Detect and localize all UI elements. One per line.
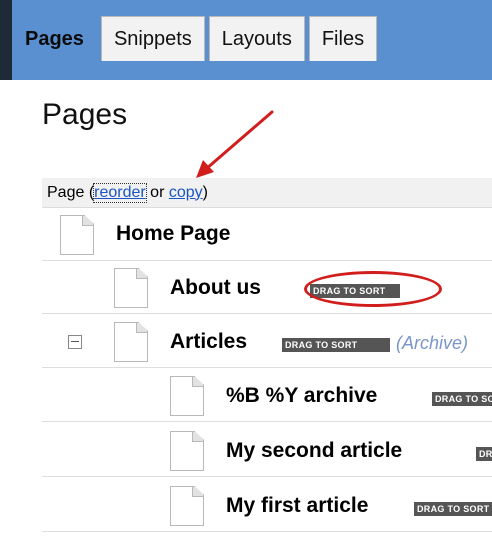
- page-row-articles[interactable]: Articles DRAG TO SORT (Archive): [42, 316, 492, 368]
- drag-to-sort-handle[interactable]: DRAG TO SORT: [432, 392, 492, 406]
- page-icon: [114, 268, 148, 308]
- drag-to-sort-handle[interactable]: DRAG TO SORT: [414, 502, 492, 516]
- tab-files[interactable]: Files: [308, 16, 378, 61]
- header-suffix: ): [202, 183, 208, 201]
- page-row-home-page[interactable]: Home Page: [42, 209, 492, 261]
- page-row-label[interactable]: About us: [170, 276, 261, 300]
- copy-link[interactable]: copy: [169, 184, 203, 202]
- page-row-label[interactable]: Articles: [170, 330, 247, 354]
- page-row-label[interactable]: My second article: [226, 439, 402, 463]
- tab-pages[interactable]: Pages: [12, 16, 97, 61]
- drag-to-sort-handle[interactable]: DRAG TO SORT: [282, 338, 390, 352]
- tab-bar: Pages Snippets Layouts Files: [0, 0, 492, 80]
- page-icon: [170, 376, 204, 416]
- page-title: Pages: [42, 98, 128, 131]
- page-row-label[interactable]: Home Page: [116, 222, 230, 246]
- header-middle: or: [145, 183, 169, 201]
- page-row-first-article[interactable]: My first article DRAG TO SORT: [42, 480, 492, 532]
- reorder-link[interactable]: reorder: [93, 182, 147, 203]
- drag-to-sort-handle[interactable]: DRAG TO SORT: [476, 447, 492, 461]
- page-icon: [114, 322, 148, 362]
- page-icon: [60, 215, 94, 255]
- page-icon: [170, 431, 204, 471]
- annotation-circle: [304, 271, 442, 307]
- collapse-icon[interactable]: [68, 335, 82, 349]
- page-row-second-article[interactable]: My second article DRAG TO SORT: [42, 425, 492, 477]
- page-list-header: Page ( reorder or copy ): [42, 178, 492, 208]
- page-row-label[interactable]: My first article: [226, 494, 368, 518]
- page-icon: [170, 486, 204, 526]
- page-row-label[interactable]: %B %Y archive: [226, 384, 377, 408]
- page-row-archive[interactable]: %B %Y archive DRAG TO SORT: [42, 370, 492, 422]
- tab-layouts[interactable]: Layouts: [208, 16, 305, 61]
- tab-row: Pages Snippets Layouts Files: [12, 16, 381, 61]
- tab-snippets[interactable]: Snippets: [100, 16, 205, 61]
- archive-tag: (Archive): [396, 333, 469, 353]
- header-prefix: Page (: [47, 183, 95, 201]
